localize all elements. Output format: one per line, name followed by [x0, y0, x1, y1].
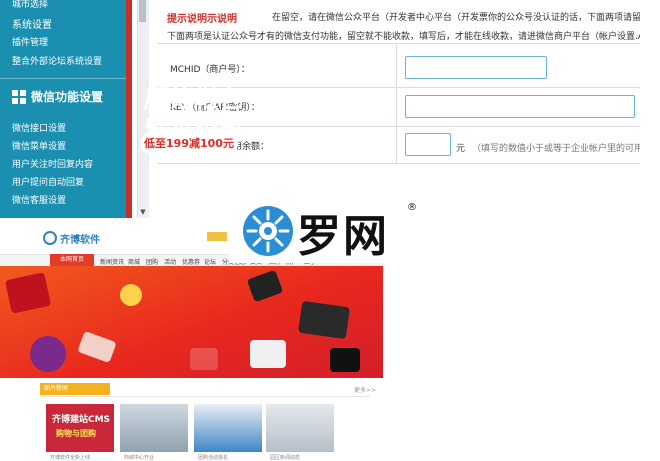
banner-bag-graphic: [4, 272, 52, 314]
sidebar-accent-strip: [126, 0, 132, 218]
sidebar-divider: [0, 78, 126, 79]
sidebar-section-wechat[interactable]: 微信功能设置: [12, 88, 103, 105]
sidebar-section-title: 微信功能设置: [31, 90, 104, 104]
banner-handbag-graphic: [298, 300, 350, 340]
card-caption[interactable]: 园区新闻动态: [270, 454, 300, 461]
sidebar-item-system-settings[interactable]: 系统设置: [12, 16, 52, 31]
form-column-divider: [396, 43, 397, 163]
admin-sidebar: 城市选择 系统设置 插件管理 整合外部论坛系统设置 微信功能设置 微信接口设置 …: [0, 0, 132, 218]
registered-mark: ®: [407, 202, 417, 213]
form-divider: [157, 43, 640, 44]
card-tower-photo[interactable]: [266, 404, 334, 452]
card-promo-subtitle: 购物与团购: [56, 429, 96, 438]
scroll-down-arrow-icon[interactable]: ▼: [139, 208, 147, 216]
sidebar-item-plugins[interactable]: 插件管理: [12, 35, 48, 48]
grid-icon: [12, 89, 26, 104]
key-input[interactable]: [405, 95, 635, 118]
banner-sneaker-graphic: [246, 269, 284, 303]
card-caption[interactable]: 商城中心开业: [124, 454, 154, 461]
mchid-label: MCHID（商户号）：: [170, 65, 250, 75]
sidebar-item-wechat-api[interactable]: 微信接口设置: [12, 121, 66, 134]
promo-banner[interactable]: [0, 266, 383, 378]
sidebar-item-wechat-menu[interactable]: 微信菜单设置: [12, 139, 66, 152]
form-divider: [157, 163, 640, 164]
mchid-input[interactable]: [405, 56, 547, 79]
card-caption[interactable]: 齐博软件全新上线: [50, 454, 90, 461]
card-building-photo[interactable]: [120, 404, 188, 452]
sidebar-item-forum-integration[interactable]: 整合外部论坛系统设置: [12, 54, 102, 67]
sidebar-item-city[interactable]: 城市选择: [12, 0, 48, 10]
nav-item-home[interactable]: 本网首页: [50, 254, 94, 266]
scrollbar-thumb[interactable]: [139, 0, 146, 22]
balance-input[interactable]: [405, 133, 451, 156]
nav-item-events[interactable]: 活动: [164, 257, 176, 266]
sidebar-item-customer-service[interactable]: 微信客服设置: [12, 193, 66, 206]
tip-title: 提示说明示说明: [167, 14, 237, 25]
banner-watch-graphic: [30, 336, 66, 372]
nav-item-mall[interactable]: 商城: [128, 257, 140, 266]
section-title-bar: 图片新闻: [40, 383, 110, 395]
tip-text-line2: 下面两项是认证公众号才有的微信支付功能，留空就不能收款，填写后，才能在线收款，请…: [167, 32, 640, 42]
header-login-button[interactable]: [207, 232, 227, 241]
nav-item-news[interactable]: 新闻资讯: [100, 257, 124, 266]
more-link[interactable]: 更多>>: [354, 385, 376, 394]
tip-text-line1: 在留空，请在微信公众平台（开发者中心平台（开发票你的公众号没认证的话，下面两项请…: [272, 13, 640, 23]
balance-unit: 元: [456, 144, 466, 154]
site-logo-text[interactable]: 齐博软件: [60, 231, 100, 246]
card-caption[interactable]: 团购活动报名: [198, 454, 228, 461]
banner-boot-graphic: [330, 348, 360, 372]
section-rule: [40, 396, 370, 397]
watermark-logo-icon: [243, 206, 293, 256]
nav-item-group[interactable]: 团购: [146, 257, 158, 266]
nav-item-coupons[interactable]: 优惠券: [182, 257, 200, 266]
banner-shoe-graphic: [77, 330, 117, 364]
nav-item-forum[interactable]: 论坛: [204, 257, 216, 266]
watermark-text: 罗网: [297, 211, 389, 262]
card-promo[interactable]: 齐博建站CMS 购物与团购: [46, 404, 114, 452]
admin-screenshot: 城市选择 系统设置 插件管理 整合外部论坛系统设置 微信功能设置 微信接口设置 …: [0, 0, 640, 218]
site-logo-icon: [43, 231, 57, 245]
sidebar-item-auto-reply[interactable]: 用户提问自动回复: [12, 175, 84, 188]
banner-promo-pill[interactable]: 低至199减100元: [140, 135, 238, 153]
balance-hint: （填写的数值小于或等于企业帐户里的可用余: [472, 144, 640, 154]
sidebar-item-follow-reply[interactable]: 用户关注时回复内容: [12, 157, 93, 170]
banner-coin-graphic: [120, 284, 142, 306]
card-office-photo[interactable]: [194, 404, 262, 452]
card-promo-title: 齐博建站CMS: [52, 415, 111, 425]
banner-cap-graphic: [190, 348, 218, 370]
banner-bag-white-graphic: [250, 340, 286, 368]
